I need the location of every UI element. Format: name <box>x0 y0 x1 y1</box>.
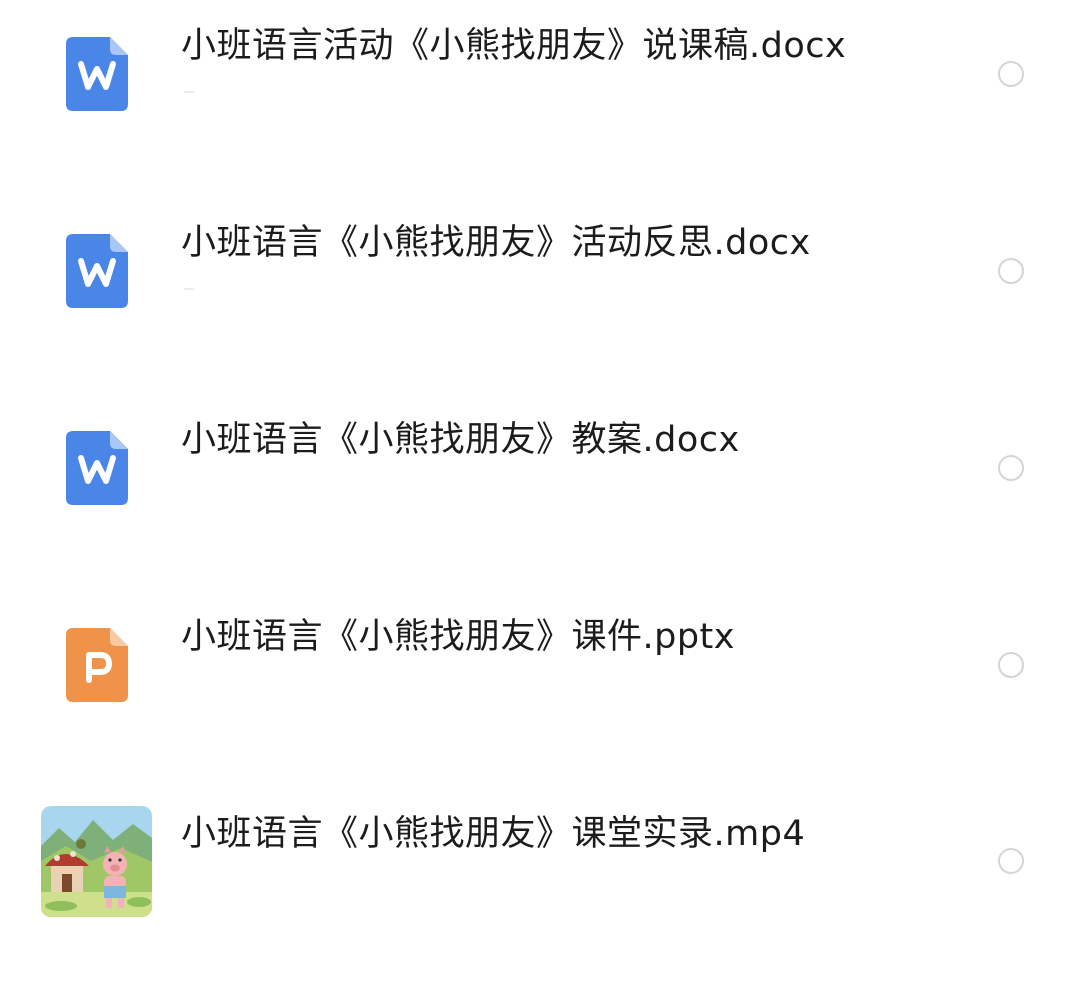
select-radio[interactable] <box>998 258 1024 284</box>
powerpoint-icon <box>66 628 128 702</box>
word-doc-icon <box>66 234 128 308</box>
file-list: 小班语言活动《小熊找朋友》说课稿.docx 小班语言《小熊找朋友》活动反思.do… <box>0 0 1080 925</box>
file-row[interactable]: 小班语言《小熊找朋友》课件.pptx <box>0 591 1080 787</box>
select-radio[interactable] <box>998 848 1024 874</box>
file-row[interactable]: 小班语言活动《小熊找朋友》说课稿.docx <box>0 0 1080 196</box>
file-name: 小班语言活动《小熊找朋友》说课稿.docx <box>181 26 847 66</box>
file-name: 小班语言《小熊找朋友》活动反思.docx <box>181 223 811 263</box>
word-doc-icon <box>66 431 128 505</box>
file-row[interactable]: 小班语言《小熊找朋友》教案.docx <box>0 394 1080 590</box>
video-thumbnail <box>41 806 152 917</box>
select-radio[interactable] <box>998 652 1024 678</box>
file-name: 小班语言《小熊找朋友》教案.docx <box>181 420 740 460</box>
select-radio[interactable] <box>998 61 1024 87</box>
file-name: 小班语言《小熊找朋友》课件.pptx <box>181 617 735 657</box>
select-radio[interactable] <box>998 455 1024 481</box>
file-row[interactable]: 小班语言《小熊找朋友》活动反思.docx <box>0 197 1080 393</box>
file-name: 小班语言《小熊找朋友》课堂实录.mp4 <box>181 814 806 854</box>
divider <box>184 91 194 93</box>
word-doc-icon <box>66 37 128 111</box>
file-row[interactable]: 小班语言《小熊找朋友》课堂实录.mp4 <box>0 802 1080 998</box>
divider <box>184 288 194 290</box>
